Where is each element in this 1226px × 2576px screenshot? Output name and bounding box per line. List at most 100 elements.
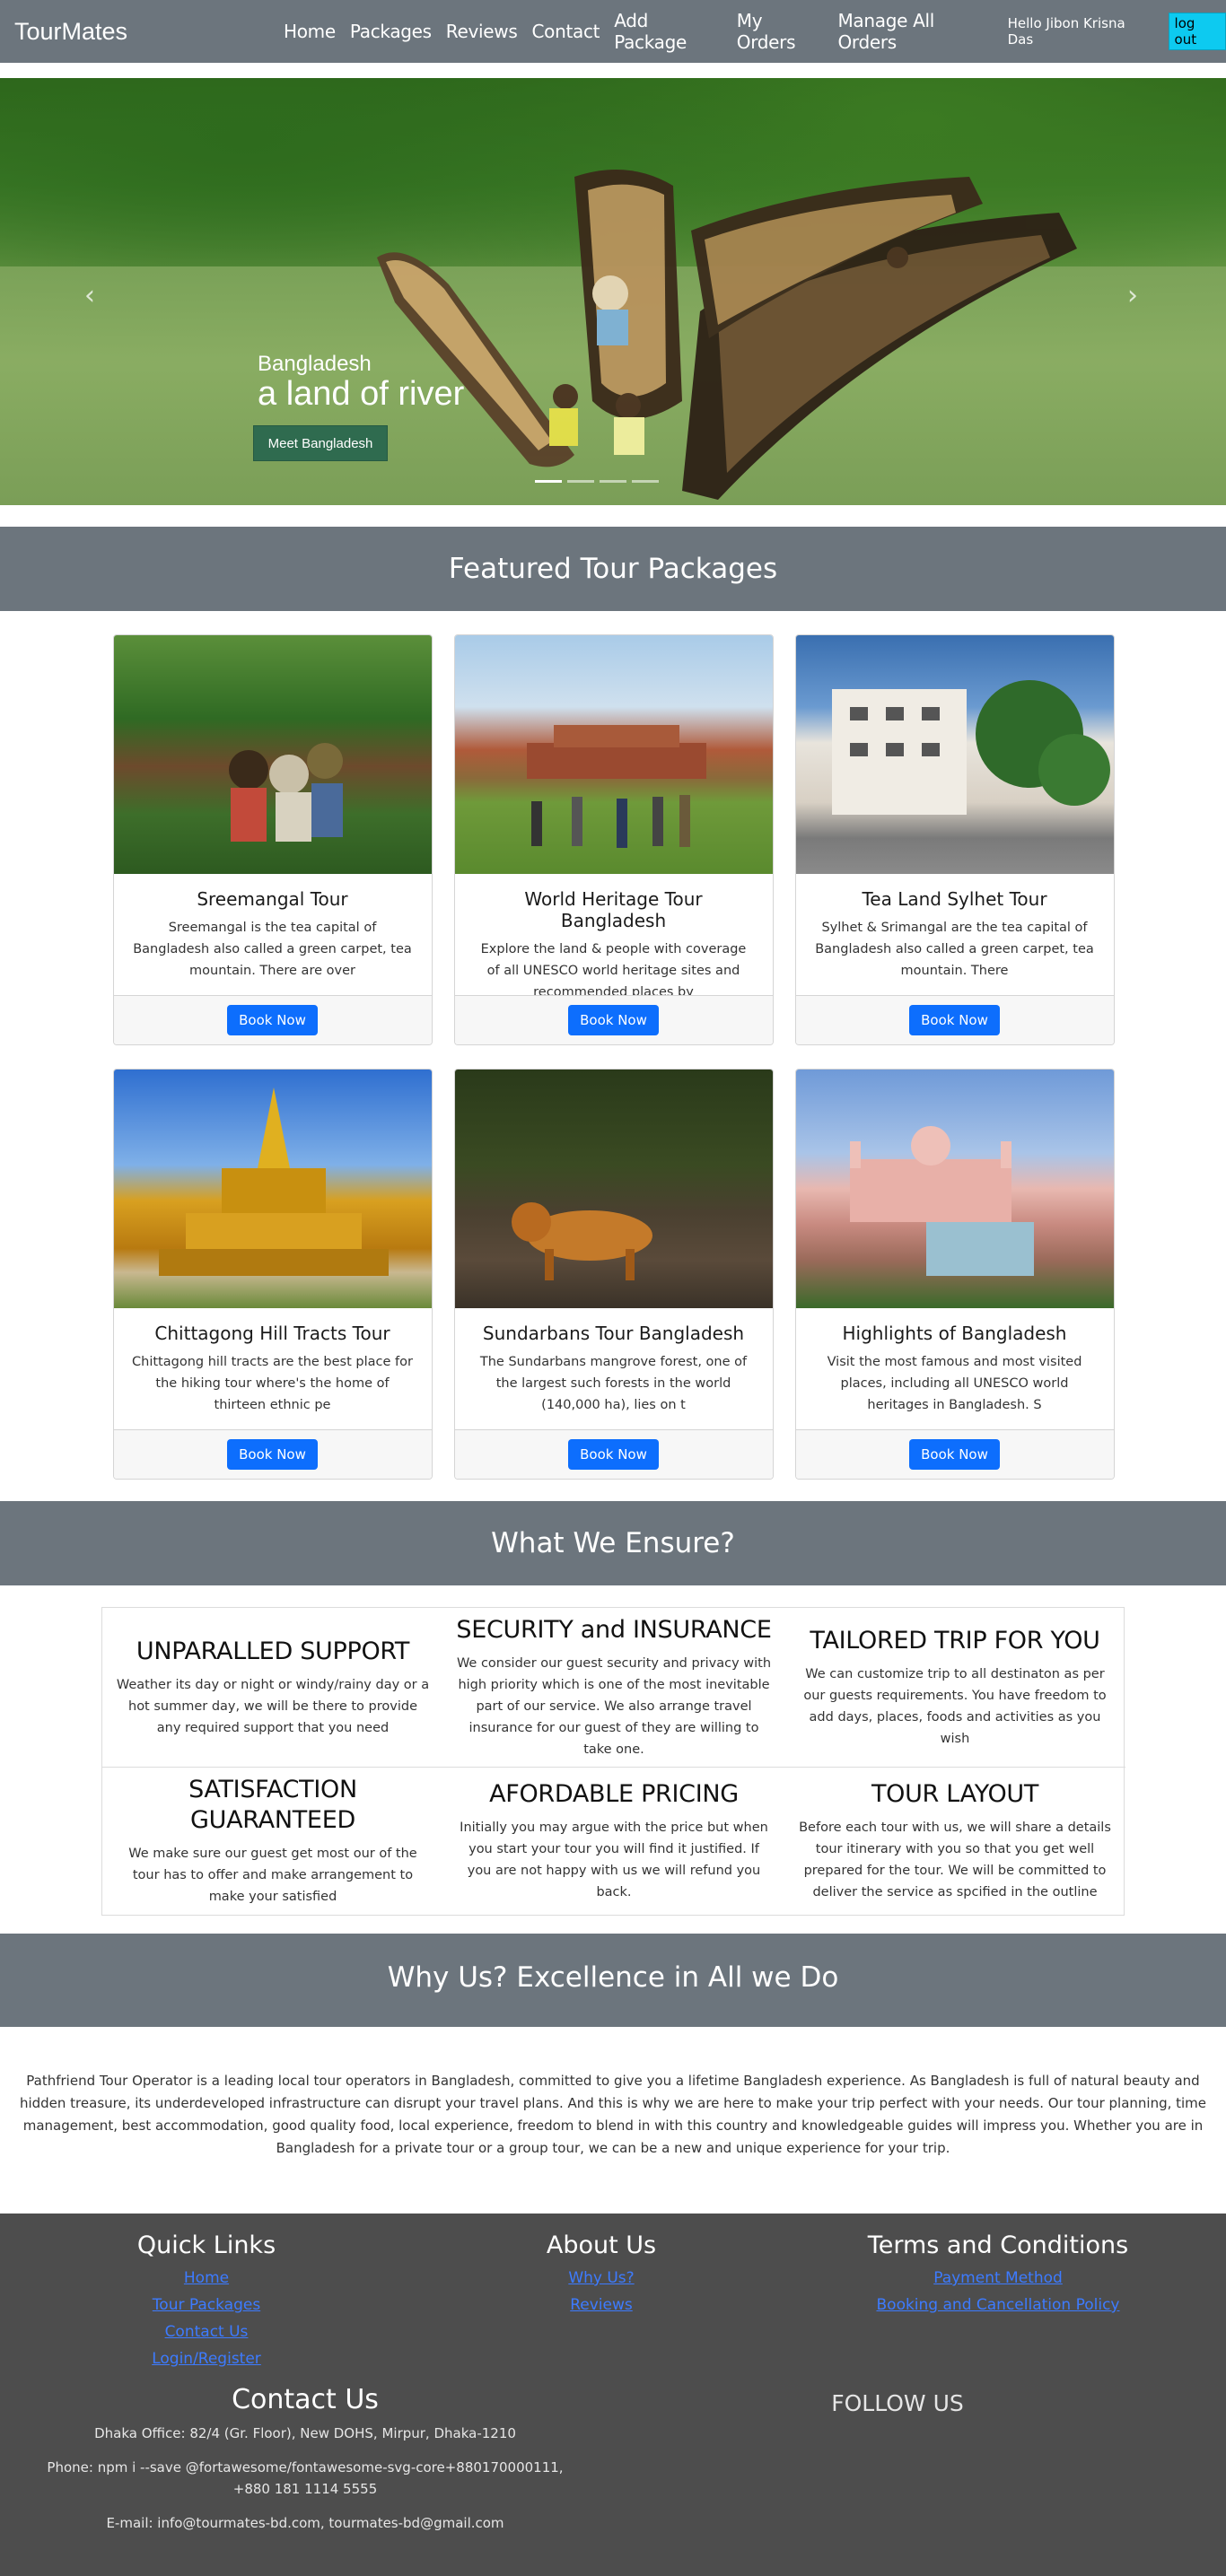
navbar: TourMates Home Packages Reviews Contact … (0, 0, 1226, 63)
ensure-item: SECURITY and INSURANCE We consider our gu… (443, 1608, 784, 1768)
user-greeting: Hello Jibon Krisna Das (1007, 15, 1125, 48)
footer-contact-email: E-mail: info@tourmates-bd.com, tourmates… (106, 2515, 504, 2531)
package-card: Chittagong Hill Tracts Tour Chittagong hi… (112, 1069, 433, 1480)
hero-subtitle: Bangladesh (258, 352, 372, 376)
package-title: Sundarbans Tour Bangladesh (482, 1323, 745, 1344)
footer-link-booking-policy[interactable]: Booking and Cancellation Policy (828, 2292, 1169, 2318)
carousel-indicators (535, 480, 659, 483)
featured-heading: Featured Tour Packages (0, 527, 1226, 611)
package-description: Chittagong hill tracts are the best plac… (132, 1355, 413, 1412)
ensure-item: UNPARALLED SUPPORT Weather its day or nig… (102, 1608, 443, 1768)
boats-illustration (377, 170, 1077, 500)
package-title: Chittagong Hill Tracts Tour (154, 1323, 390, 1344)
why-heading: Why Us? Excellence in All we Do (0, 1934, 1226, 2027)
package-image (113, 1070, 432, 1308)
nav-link-packages[interactable]: Packages (350, 21, 432, 42)
footer-link-tour-packages[interactable]: Tour Packages (36, 2292, 377, 2318)
footer-link-login-register[interactable]: Login/Register (36, 2345, 377, 2372)
why-paragraph: Pathfriend Tour Operator is a leading lo… (19, 2073, 1207, 2156)
package-card: Tea Land Sylhet Tour Sylhet & Srimangal a… (794, 634, 1115, 1045)
footer-link-home[interactable]: Home (36, 2265, 377, 2292)
meet-bangladesh-button[interactable]: Meet Bangladesh (253, 425, 388, 461)
ensure-item: SATISFACTION GUARANTEED We make sure our … (102, 1768, 443, 1915)
package-card: World Heritage Tour Bangladesh Explore th… (453, 634, 774, 1045)
ensure-item: TAILORED TRIP FOR YOU We can customize tr… (784, 1608, 1125, 1768)
ensure-title: SECURITY and INSURANCE (456, 1615, 772, 1644)
package-image (454, 635, 773, 874)
package-image (454, 1070, 773, 1308)
ensure-heading: What We Ensure? (0, 1501, 1226, 1585)
book-now-button[interactable]: Book Now (909, 1439, 1000, 1470)
footer-link-contact-us[interactable]: Contact Us (36, 2318, 377, 2345)
hero-carousel: ‹ › Bangladesh a land of river Meet Bang… (0, 78, 1226, 505)
logout-button[interactable]: log out (1168, 13, 1226, 50)
carousel-indicator[interactable] (632, 480, 659, 483)
footer-contact: Contact Us Dhaka Office: 82/4 (Gr. Floor… (18, 2384, 592, 2534)
carousel-indicator[interactable] (567, 480, 594, 483)
nav-link-reviews[interactable]: Reviews (446, 21, 518, 42)
book-now-button[interactable]: Book Now (568, 1439, 659, 1470)
footer-link-reviews[interactable]: Reviews (431, 2292, 772, 2318)
package-image (795, 635, 1114, 874)
footer-contact-office: Dhaka Office: 82/4 (Gr. Floor), New DOHS… (94, 2425, 516, 2441)
package-card: Sreemangal Tour Sreemangal is the tea cap… (112, 634, 433, 1045)
nav-link-home[interactable]: Home (284, 21, 336, 42)
package-title: Highlights of Bangladesh (842, 1323, 1067, 1344)
brand-logo[interactable]: TourMates (14, 18, 127, 46)
ensure-grid: UNPARALLED SUPPORT Weather its day or nig… (101, 1607, 1125, 1916)
nav-links: Home Packages Reviews Contact Add Packag… (284, 0, 1226, 63)
footer-contact-title: Contact Us (232, 2384, 379, 2415)
footer-link-payment-method[interactable]: Payment Method (828, 2265, 1169, 2292)
footer-quick-links-title: Quick Links (136, 2231, 276, 2259)
ensure-title: UNPARALLED SUPPORT (136, 1637, 410, 1665)
package-title: World Heritage Tour Bangladesh (524, 888, 703, 931)
ensure-text: We consider our guest security and priva… (456, 1655, 772, 1757)
follow-us-label: FOLLOW US (831, 2390, 964, 2416)
footer-about: About Us Why Us? Reviews (431, 2231, 772, 2318)
book-now-button[interactable]: Book Now (227, 1005, 318, 1035)
carousel-next-icon[interactable]: › (1127, 280, 1138, 311)
package-description: Visit the most famous and most visited p… (827, 1355, 1082, 1412)
package-description: Sreemangal is the tea capital of Banglad… (133, 921, 412, 978)
ensure-text: We can customize trip to all destinaton … (803, 1666, 1107, 1746)
footer-terms-title: Terms and Conditions (867, 2231, 1129, 2259)
footer-link-why-us[interactable]: Why Us? (431, 2265, 772, 2292)
nav-link-add-package[interactable]: Add Package (614, 10, 722, 53)
book-now-button[interactable]: Book Now (568, 1005, 659, 1035)
hero-title: a land of river (258, 375, 465, 413)
ensure-text: Weather its day or night or windy/rainy … (116, 1677, 430, 1735)
footer-contact-phone: Phone: npm i --save @fortawesome/fontawe… (47, 2459, 564, 2497)
package-description: Explore the land & people with coverage … (480, 942, 747, 1000)
carousel-prev-icon[interactable]: ‹ (84, 280, 95, 311)
package-image (113, 635, 432, 874)
carousel-indicator[interactable] (600, 480, 626, 483)
book-now-button[interactable]: Book Now (227, 1439, 318, 1470)
ensure-text: We make sure our guest get most our of t… (128, 1847, 417, 1904)
ensure-title: SATISFACTION GUARANTEED (188, 1776, 357, 1834)
hero-image (0, 78, 1226, 505)
package-title: Tea Land Sylhet Tour (862, 888, 1047, 910)
package-card: Highlights of Bangladesh Visit the most f… (794, 1069, 1115, 1480)
ensure-item: TOUR LAYOUT Before each tour with us, we … (784, 1768, 1125, 1915)
carousel-indicator[interactable] (535, 480, 562, 483)
footer-quick-links: Quick Links Home Tour Packages Contact U… (36, 2231, 377, 2372)
ensure-text: Initially you may argue with the price b… (460, 1821, 768, 1899)
package-card: Sundarbans Tour Bangladesh The Sundarbans… (453, 1069, 774, 1480)
ensure-title: TAILORED TRIP FOR YOU (810, 1626, 1100, 1655)
package-description: Sylhet & Srimangal are the tea capital o… (815, 921, 1094, 978)
book-now-button[interactable]: Book Now (909, 1005, 1000, 1035)
hero-caption: Bangladesh a land of river (258, 352, 464, 411)
ensure-title: TOUR LAYOUT (871, 1780, 1039, 1808)
footer-terms: Terms and Conditions Payment Method Book… (828, 2231, 1169, 2318)
package-grid: Sreemangal Tour Sreemangal is the tea cap… (0, 611, 1226, 1480)
nav-link-manage-all-orders[interactable]: Manage All Orders (837, 10, 993, 53)
footer-follow: FOLLOW US (727, 2390, 1068, 2416)
ensure-title: AFORDABLE PRICING (489, 1780, 739, 1808)
ensure-item: AFORDABLE PRICING Initially you may argue… (443, 1768, 784, 1915)
nav-link-contact[interactable]: Contact (531, 21, 600, 42)
footer: Quick Links Home Tour Packages Contact U… (0, 2214, 1226, 2576)
nav-link-my-orders[interactable]: My Orders (737, 10, 824, 53)
package-description: The Sundarbans mangrove forest, one of t… (479, 1355, 748, 1412)
ensure-text: Before each tour with us, we will share … (799, 1821, 1111, 1899)
package-title: Sreemangal Tour (197, 888, 348, 910)
